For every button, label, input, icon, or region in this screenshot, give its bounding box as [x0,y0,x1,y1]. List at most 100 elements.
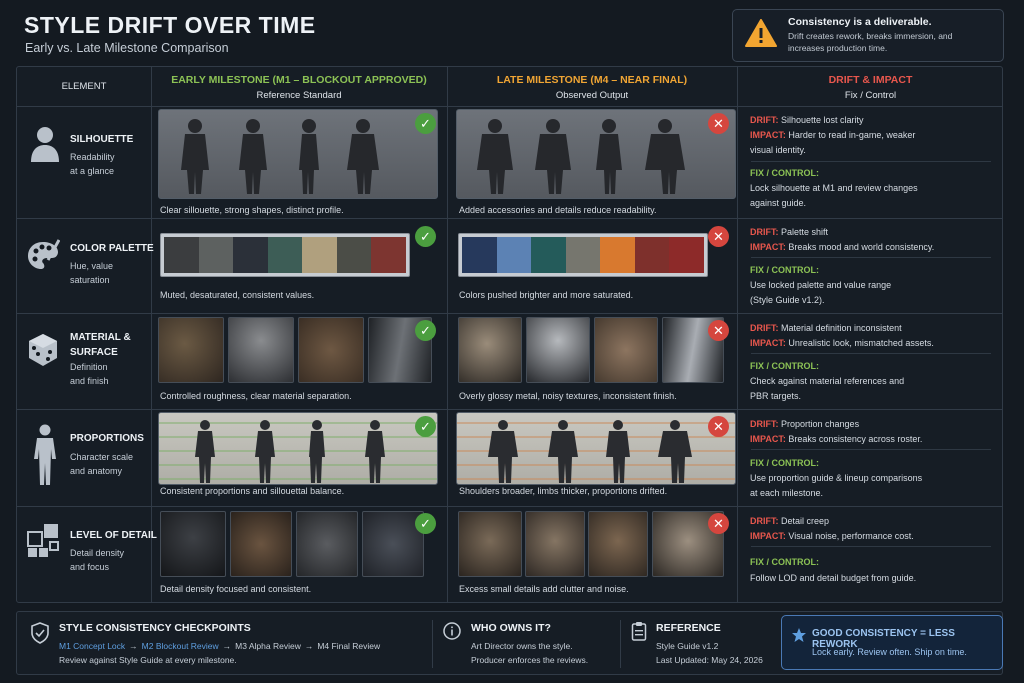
early-caption-color: Muted, desaturated, consistent values. [160,290,315,300]
row-desc-detail-2: and focus [70,562,110,572]
check-icon: ✓ [415,113,436,134]
checkpoints-title: STYLE CONSISTENCY CHECKPOINTS [59,622,251,634]
impact-text-material: Unrealistic look, mismatched assets. [788,338,934,348]
swatch [267,237,303,273]
row-desc-silhouette-2: at a glance [70,166,115,176]
row-desc-color-1: Hue, value [70,261,114,271]
fix-text-silhouette-1: Lock silhouette at M1 and review changes [750,183,918,193]
column-header-late: LATE MILESTONE (M4 – NEAR FINAL) Observe… [447,67,737,106]
detail-blocks-icon [27,524,59,557]
late-caption-material: Overly glossy metal, noisy textures, inc… [459,391,677,401]
fix-text-detail: Follow LOD and detail budget from guide. [750,573,917,583]
callout-line-2: increases production time. [788,43,888,53]
impact-text-detail: Visual noise, performance cost. [788,531,914,541]
cross-icon: ✕ [708,226,729,247]
material-tile [594,317,658,383]
early-caption-detail: Detail density focused and consistent. [160,584,312,594]
checkpoint-m1: M1 Concept Lock [59,641,126,651]
drift-text-silhouette: Silhouette lost clarity [781,115,864,125]
page-title: STYLE DRIFT OVER TIME [24,12,316,38]
early-title: EARLY MILESTONE (M1 – BLOCKOUT APPROVED) [171,74,427,86]
material-tile [298,317,364,383]
early-palette [160,233,410,277]
fix-text-proportions-2: at each milestone. [750,488,824,498]
row-name-color-palette: COLOR PALETTE [70,243,154,254]
checkpoint-m3: M3 Alpha Review [235,641,301,651]
reference-section: REFERENCE Style Guide v1.2 Last Updated:… [656,612,796,674]
detail-tile [296,511,358,577]
info-icon [443,622,461,640]
impact-label: IMPACT: [750,434,786,444]
check-icon: ✓ [415,513,436,534]
late-subtitle: Observed Output [555,90,629,101]
impact-label: IMPACT: [750,338,786,348]
arrow-icon: → [129,641,138,651]
reference-title: REFERENCE [656,622,721,634]
material-tile [458,317,522,383]
swatch [462,237,497,273]
early-caption-proportions: Consistent proportions and sillouettal b… [160,486,345,496]
owner-line-1: Art Director owns the style. [471,641,573,651]
swatch [669,237,705,273]
drift-text-material: Material definition inconsistent [781,323,902,333]
swatch [233,237,268,273]
fix-label: FIX / CONTROL: [750,458,819,468]
swatch [634,237,670,273]
owner-line-2: Producer enforces the reviews. [471,655,589,665]
detail-tile [588,511,648,577]
late-characters-image [477,119,685,194]
late-title: LATE MILESTONE (M4 – NEAR FINAL) [496,74,688,86]
late-caption-silhouette: Added accessories and details reduce rea… [459,205,657,215]
checkpoints-note: Review against Style Guide at every mile… [59,655,237,665]
consistency-callout: Consistency is a deliverable. Drift crea… [732,9,1004,62]
fix-text-proportions-1: Use proportion guide & lineup comparison… [750,473,923,483]
callout-title: Consistency is a deliverable. [788,16,932,28]
checkpoint-m4: M4 Final Review [317,641,381,651]
late-proportion-image [457,420,735,483]
material-cube-icon [29,334,57,366]
good-consistency-box: GOOD CONSISTENCY = LESS REWORK Lock earl… [781,615,1003,670]
drift-title: DRIFT & IMPACT [828,74,913,86]
drift-text-color: Palette shift [781,227,829,237]
detail-tile [160,511,226,577]
swatch [531,237,566,273]
material-tile [158,317,224,383]
late-palette [458,233,708,277]
detail-tile [525,511,585,577]
material-tile [526,317,590,383]
check-icon: ✓ [415,416,436,437]
impact-text-silhouette-2: visual identity. [750,145,806,155]
impact-label: IMPACT: [750,130,786,140]
row-desc-material-2: and finish [70,376,109,386]
drift-text-proportions: Proportion changes [781,419,860,429]
early-characters-image [181,119,379,194]
reference-line-2: Last Updated: May 24, 2026 [656,655,763,665]
checkpoints-section: STYLE CONSISTENCY CHECKPOINTS M1 Concept… [59,612,439,674]
swatch [371,237,407,273]
fix-label: FIX / CONTROL: [750,168,819,178]
fix-text-color-2: (Style Guide v1.2). [750,295,825,305]
impact-text-proportions: Breaks consistency across roster. [788,434,923,444]
row-name-proportions: PROPORTIONS [70,433,144,444]
swatch [198,237,234,273]
late-caption-detail: Excess small details add clutter and noi… [459,584,629,594]
arrow-icon: → [304,641,314,651]
row-name-material-1: MATERIAL & [70,332,131,343]
row-name-level-of-detail: LEVEL OF DETAIL [70,530,157,541]
palette-icon [28,239,60,269]
drift-subtitle: Fix / Control [844,90,897,101]
owner-section: WHO OWNS IT? Art Director owns the style… [471,612,631,674]
fix-text-silhouette-2: against guide. [750,198,807,208]
human-figure-icon [34,424,56,485]
early-proportion-lineup [158,412,438,485]
material-tile [228,317,294,383]
late-caption-color: Colors pushed brighter and more saturate… [459,290,634,300]
callout-line-1: Drift creates rework, breaks immersion, … [788,31,953,41]
swatch [164,237,199,273]
cross-icon: ✕ [708,320,729,341]
detail-tile [458,511,522,577]
page-subtitle: Early vs. Late Milestone Comparison [25,41,229,55]
cross-icon: ✕ [708,416,729,437]
early-silhouette-lineup [158,109,438,199]
warning-icon [745,19,777,47]
